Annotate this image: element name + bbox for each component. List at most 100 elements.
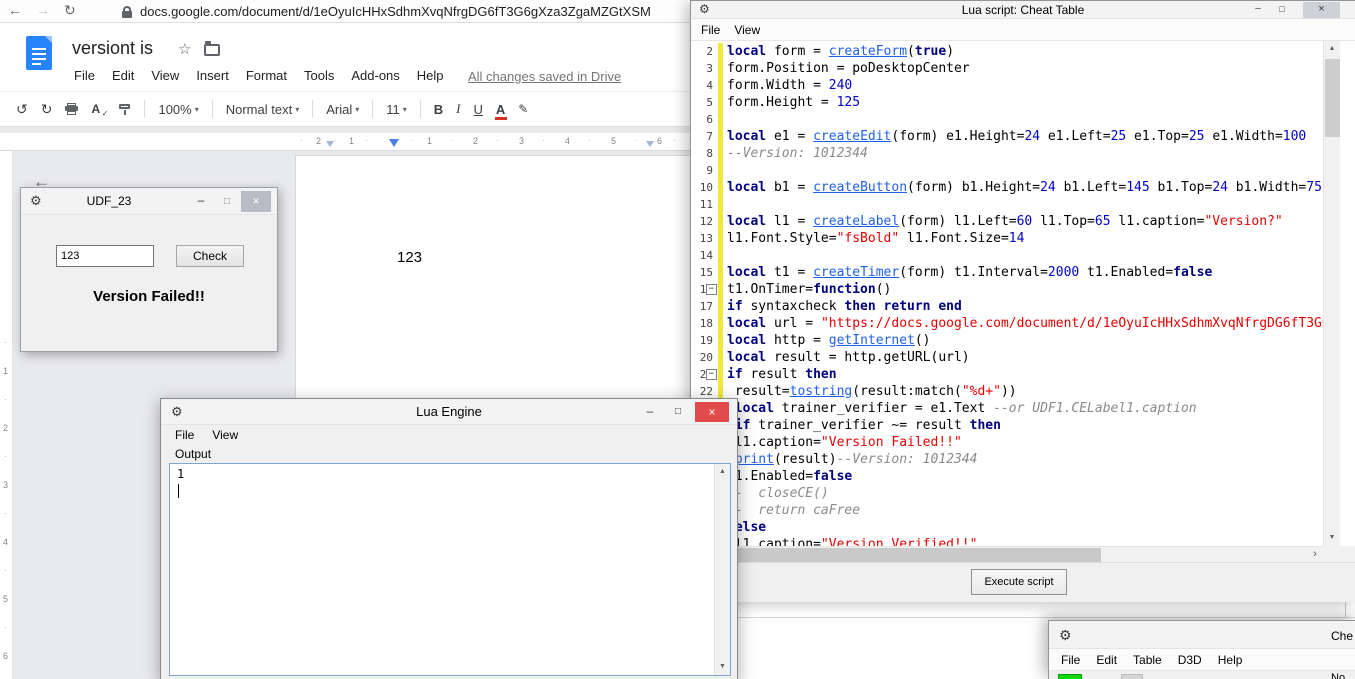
menu-item-edit[interactable]: Edit — [112, 68, 134, 83]
code-line[interactable]: 12local l1 = createLabel(form) l1.Left=6… — [691, 213, 1323, 230]
maximize-button[interactable]: □ — [215, 192, 239, 211]
star-icon[interactable]: ☆ — [178, 40, 191, 58]
code-line[interactable]: 3form.Position = poDesktopCenter — [691, 60, 1323, 77]
code-line[interactable]: 20local result = http.getURL(url) — [691, 349, 1323, 366]
small-control[interactable] — [1121, 674, 1143, 679]
code-line[interactable]: 24 if trainer_verifier ~= result then — [691, 417, 1323, 434]
output-vertical-scrollbar[interactable]: ▲ ▼ — [714, 464, 730, 675]
code-line[interactable]: 6 — [691, 111, 1323, 128]
print-icon[interactable] — [65, 103, 78, 115]
menu-item-view[interactable]: View — [151, 68, 179, 83]
code-line[interactable]: 4form.Width = 240 — [691, 77, 1323, 94]
menu-item-view[interactable]: View — [734, 23, 760, 37]
code-line[interactable]: 18local url = "https://docs.google.com/d… — [691, 315, 1323, 332]
code-line[interactable]: 27t1.Enabled=false — [691, 468, 1323, 485]
menu-item-help[interactable]: Help — [1218, 653, 1243, 667]
code-line[interactable]: 31 l1.caption="Version Verified!!" — [691, 536, 1323, 546]
spellcheck-icon[interactable]: A✓ — [91, 102, 106, 116]
version-input[interactable]: 123 — [56, 245, 154, 267]
undo-icon[interactable]: ↺ — [16, 101, 28, 118]
font-size-select[interactable]: 11▾ — [386, 102, 407, 117]
refresh-icon[interactable]: ↻ — [64, 2, 76, 19]
minimize-button[interactable]: – — [636, 402, 664, 422]
paint-format-icon[interactable] — [119, 103, 131, 115]
code-line[interactable]: 29-- return caFree — [691, 502, 1323, 519]
menu-item-help[interactable]: Help — [417, 68, 444, 83]
scrollbar-thumb[interactable] — [1325, 59, 1340, 137]
underline-button[interactable]: U — [474, 102, 483, 117]
scroll-up-icon[interactable]: ▲ — [1324, 41, 1340, 57]
indent-marker-right[interactable] — [646, 141, 654, 147]
code-line[interactable]: 22 result=tostring(result:match("%d+")) — [691, 383, 1323, 400]
code-line[interactable]: 23 local trainer_verifier = e1.Text --or… — [691, 400, 1323, 417]
code-line[interactable]: 14 — [691, 247, 1323, 264]
code-line[interactable]: 9 — [691, 162, 1323, 179]
check-button[interactable]: Check — [176, 245, 244, 267]
maximize-button[interactable]: □ — [664, 402, 692, 422]
menu-item-format[interactable]: Format — [246, 68, 287, 83]
code-line[interactable]: 28-- closeCE() — [691, 485, 1323, 502]
close-button[interactable]: × — [1303, 2, 1340, 18]
minimize-button[interactable]: – — [1248, 2, 1268, 17]
docs-document-icon[interactable] — [26, 36, 52, 70]
italic-button[interactable]: I — [456, 101, 460, 117]
udf-titlebar[interactable]: ⚙ UDF_23 – □ × — [21, 188, 277, 215]
maximize-button[interactable]: □ — [1272, 2, 1292, 17]
execute-script-button[interactable]: Execute script — [971, 569, 1067, 595]
scroll-right-icon[interactable]: › — [1307, 547, 1323, 563]
code-lines[interactable]: 2local form = createForm(true)3form.Posi… — [691, 43, 1340, 546]
move-folder-icon[interactable] — [204, 44, 220, 56]
edit-pen-icon[interactable]: ✎ — [518, 102, 528, 116]
cheat-engine-titlebar[interactable]: ⚙ Che — [1049, 621, 1355, 649]
fold-marker[interactable]: − — [706, 284, 717, 295]
code-line[interactable]: 17if syntaxcheck then return end — [691, 298, 1323, 315]
menu-item-edit[interactable]: Edit — [1096, 653, 1117, 667]
menu-item-d3d[interactable]: D3D — [1178, 653, 1202, 667]
menu-item-file[interactable]: File — [175, 428, 194, 442]
menu-item-insert[interactable]: Insert — [196, 68, 229, 83]
back-icon[interactable]: ← — [8, 2, 22, 18]
code-editor[interactable]: 2local form = createForm(true)3form.Posi… — [691, 41, 1355, 546]
forward-icon[interactable]: → — [36, 2, 50, 18]
fold-marker[interactable]: − — [706, 369, 717, 380]
menu-item-table[interactable]: Table — [1133, 653, 1162, 667]
menu-item-file[interactable]: File — [701, 23, 720, 37]
code-line[interactable]: 21−if result then — [691, 366, 1323, 383]
redo-icon[interactable]: ↻ — [41, 101, 53, 118]
document-title[interactable]: versiont is — [72, 38, 153, 59]
code-line[interactable]: 5form.Height = 125 — [691, 94, 1323, 111]
code-line[interactable]: 15local t1 = createTimer(form) t1.Interv… — [691, 264, 1323, 281]
output-textarea[interactable]: 1 ▲ ▼ — [169, 463, 731, 676]
menu-item-tools[interactable]: Tools — [304, 68, 334, 83]
menu-item-add-ons[interactable]: Add-ons — [351, 68, 399, 83]
code-line[interactable]: 8--Version: 1012344 — [691, 145, 1323, 162]
code-line[interactable]: 25 l1.caption="Version Failed!!" — [691, 434, 1323, 451]
paragraph-style-select[interactable]: Normal text▾ — [226, 102, 299, 117]
lua-engine-titlebar[interactable]: ⚙ Lua Engine – □ × — [161, 399, 737, 425]
code-line[interactable]: 19local http = getInternet() — [691, 332, 1323, 349]
code-line[interactable]: 10local b1 = createButton(form) b1.Heigh… — [691, 179, 1323, 196]
code-line[interactable]: 7local e1 = createEdit(form) e1.Height=2… — [691, 128, 1323, 145]
address-bar[interactable]: docs.google.com/document/d/1eOyuIcHHxSdh… — [140, 4, 651, 19]
code-line[interactable]: 30 else — [691, 519, 1323, 536]
scrollbar-thumb[interactable] — [707, 548, 1101, 562]
scroll-down-icon[interactable]: ▼ — [715, 659, 730, 675]
bold-button[interactable]: B — [434, 102, 443, 117]
close-button[interactable]: × — [695, 402, 729, 422]
code-line[interactable]: 26 print(result)--Version: 1012344 — [691, 451, 1323, 468]
scroll-up-icon[interactable]: ▲ — [715, 464, 730, 480]
text-color-button[interactable]: A — [496, 102, 505, 117]
scroll-down-icon[interactable]: ▼ — [1324, 530, 1340, 546]
minimize-button[interactable]: – — [189, 192, 213, 211]
code-line[interactable]: 16−t1.OnTimer=function() — [691, 281, 1323, 298]
code-line[interactable]: 2local form = createForm(true) — [691, 43, 1323, 60]
close-button[interactable]: × — [241, 191, 271, 212]
menu-item-file[interactable]: File — [74, 68, 95, 83]
code-line[interactable]: 13l1.Font.Style="fsBold" l1.Font.Size=14 — [691, 230, 1323, 247]
editor-horizontal-scrollbar[interactable]: ‹ › — [691, 546, 1323, 562]
lua-script-titlebar[interactable]: ⚙ Lua script: Cheat Table – □ × — [691, 1, 1355, 19]
menu-item-file[interactable]: File — [1061, 653, 1080, 667]
save-status[interactable]: All changes saved in Drive — [468, 68, 621, 86]
code-line[interactable]: 11 — [691, 196, 1323, 213]
font-select[interactable]: Arial▾ — [326, 102, 359, 117]
